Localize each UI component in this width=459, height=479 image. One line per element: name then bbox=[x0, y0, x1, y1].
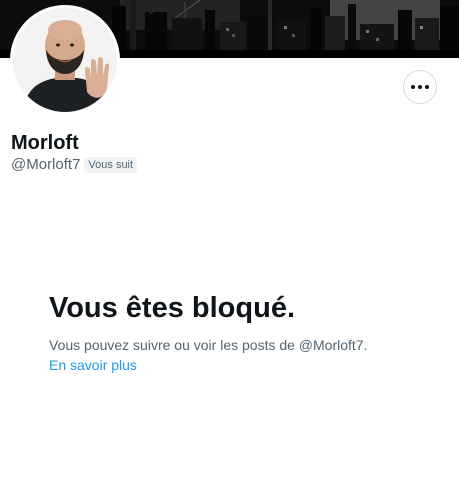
blocked-description: Vous pouvez suivre ou voir les posts de … bbox=[49, 337, 368, 353]
user-handle: @Morloft7 bbox=[11, 156, 81, 173]
avatar-image bbox=[13, 8, 117, 112]
handle-row: @Morloft7 Vous suit bbox=[11, 156, 138, 174]
display-name: Morloft bbox=[11, 132, 79, 154]
blocked-title: Vous êtes bloqué. bbox=[49, 292, 296, 324]
avatar[interactable] bbox=[10, 5, 120, 115]
profile-page: Morloft @Morloft7 Vous suit Vous êtes bl… bbox=[0, 0, 459, 479]
more-options-button[interactable] bbox=[403, 70, 437, 104]
learn-more-link[interactable]: En savoir plus bbox=[49, 356, 137, 374]
follows-you-badge: Vous suit bbox=[84, 157, 138, 173]
more-horizontal-icon bbox=[411, 85, 429, 89]
